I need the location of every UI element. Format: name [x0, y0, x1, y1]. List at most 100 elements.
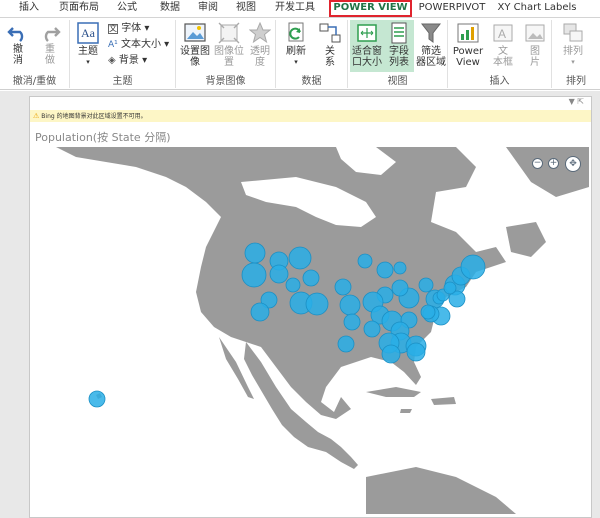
- tab-developer[interactable]: 开发工具: [272, 1, 318, 17]
- tab-powerpivot[interactable]: POWERPIVOT: [418, 1, 486, 17]
- population-bubble[interactable]: [302, 269, 320, 287]
- warning-icon: ⚠: [33, 112, 40, 120]
- group-label-view: 视图: [387, 76, 408, 87]
- relationships-label: 关 系: [325, 46, 335, 68]
- picture-icon: [525, 24, 545, 42]
- redo-label: 重 做: [45, 44, 55, 66]
- group-background-image: 设置图 像 图像位 置 透明 度 背景图像: [176, 20, 276, 88]
- population-bubble[interactable]: [241, 262, 267, 288]
- group-label-data: 数据: [301, 76, 322, 87]
- map-visualization[interactable]: [36, 147, 589, 514]
- tab-xy-chart-labels[interactable]: XY Chart Labels: [497, 1, 577, 17]
- population-bubble[interactable]: [88, 390, 106, 408]
- group-label-arrange: 排列: [566, 76, 586, 87]
- population-bubble[interactable]: [363, 320, 381, 338]
- zoom-in-icon[interactable]: +: [548, 158, 559, 169]
- arrange-label: 排列: [563, 46, 583, 57]
- power-view-button[interactable]: Power View: [450, 22, 486, 68]
- tab-insert[interactable]: 插入: [14, 1, 44, 17]
- text-size-button[interactable]: A¹ 文本大小 ▾: [108, 39, 169, 51]
- undo-button[interactable]: 撤 消: [6, 22, 30, 66]
- set-image-button[interactable]: 设置图 像: [178, 22, 212, 68]
- population-bubble[interactable]: [443, 281, 457, 295]
- ribbon: 撤 消 重 做 撤消/重做 Aa 主题 ▾ 文 字体 ▾ A¹ 文本大小 ▾ ◈…: [0, 18, 600, 90]
- tab-power-view[interactable]: POWER VIEW: [329, 0, 412, 17]
- warning-bar: ⚠ Bing 的地图背景对此区域设置不可用。: [30, 110, 591, 122]
- font-label: 字体: [121, 23, 142, 34]
- maximize-icon[interactable]: ⇱: [577, 97, 584, 106]
- population-bubble[interactable]: [343, 313, 361, 331]
- group-label-background-image: 背景图像: [205, 76, 246, 87]
- population-bubble[interactable]: [244, 242, 266, 264]
- tab-page-layout[interactable]: 页面布局: [56, 1, 102, 17]
- theme-button[interactable]: Aa 主题 ▾: [74, 22, 102, 68]
- zoom-out-icon[interactable]: −: [532, 158, 543, 169]
- group-label-theme: 主题: [112, 76, 133, 87]
- population-bubble[interactable]: [393, 261, 407, 275]
- group-theme: Aa 主题 ▾ 文 字体 ▾ A¹ 文本大小 ▾ ◈ 背景 ▾ 主题: [70, 20, 176, 88]
- textbox-button[interactable]: A 文 本框: [488, 22, 518, 68]
- image-position-label: 图像位 置: [214, 46, 244, 68]
- group-view: 适合窗 口大小 字段 列表 筛选 器区域 视图: [348, 20, 448, 88]
- arrange-button[interactable]: 排列 ▾: [558, 22, 588, 68]
- tab-review[interactable]: 审阅: [193, 1, 223, 17]
- relationships-button[interactable]: 关 系: [316, 22, 344, 68]
- fit-window-icon: [357, 24, 377, 42]
- sheet-toolbar: ▼ ⇱: [569, 97, 584, 106]
- undo-label: 撤 消: [13, 44, 23, 66]
- group-data: 刷新 ▾ 关 系 数据: [276, 20, 348, 88]
- text-size-icon: A¹: [108, 40, 118, 50]
- population-bubble[interactable]: [406, 342, 426, 362]
- tab-view[interactable]: 视图: [231, 1, 261, 17]
- visualization-title: Population(按 State 分隔): [35, 131, 171, 144]
- svg-text:Aa: Aa: [81, 26, 96, 40]
- population-bubble[interactable]: [418, 277, 434, 293]
- font-icon: 文: [108, 24, 118, 34]
- set-image-label: 设置图 像: [180, 46, 210, 68]
- population-bubble[interactable]: [460, 254, 486, 280]
- fit-to-window-button[interactable]: 适合窗 口大小: [350, 20, 384, 72]
- text-size-label: 文本大小: [120, 39, 161, 50]
- image-position-button[interactable]: 图像位 置: [212, 22, 246, 68]
- filter-area-button[interactable]: 筛选 器区域: [416, 22, 446, 68]
- population-bubble[interactable]: [269, 264, 289, 284]
- population-bubble[interactable]: [420, 304, 436, 320]
- tab-data[interactable]: 数据: [155, 1, 185, 17]
- population-bubble[interactable]: [337, 335, 355, 353]
- filter-icon[interactable]: ▼: [569, 97, 575, 106]
- population-bubble[interactable]: [391, 279, 409, 297]
- group-label-insert: 插入: [489, 76, 510, 87]
- population-bubble[interactable]: [339, 294, 361, 316]
- population-bubble[interactable]: [376, 261, 394, 279]
- background-label: 背景: [118, 55, 139, 66]
- population-bubble[interactable]: [250, 302, 270, 322]
- population-bubble[interactable]: [305, 292, 329, 316]
- group-undo-redo: 撤 消 重 做 撤消/重做: [0, 20, 70, 88]
- paint-bucket-icon: ◈: [108, 55, 116, 66]
- filter-area-label: 筛选 器区域: [416, 46, 446, 68]
- background-button[interactable]: ◈ 背景 ▾: [108, 55, 147, 67]
- textbox-label: 文 本框: [493, 46, 513, 68]
- redo-button[interactable]: 重 做: [38, 22, 62, 66]
- picture-button[interactable]: 图 片: [520, 22, 550, 68]
- tab-formulas[interactable]: 公式: [112, 1, 142, 17]
- svg-text:A: A: [498, 27, 506, 41]
- pan-control-icon[interactable]: ✥: [565, 156, 581, 172]
- group-insert: Power View A 文 本框 图 片 插入: [448, 20, 552, 88]
- field-list-button[interactable]: 字段 列表: [384, 20, 414, 72]
- arrange-icon: [563, 23, 583, 42]
- jamaica: [400, 409, 412, 413]
- transparency-button[interactable]: 透明 度: [246, 22, 274, 68]
- font-button[interactable]: 文 字体 ▾: [108, 23, 149, 35]
- refresh-icon: [288, 22, 304, 42]
- population-bubble[interactable]: [381, 344, 401, 364]
- population-bubble[interactable]: [334, 278, 352, 296]
- population-bubble[interactable]: [357, 253, 373, 269]
- image-position-icon: [218, 22, 240, 44]
- transparency-label: 透明 度: [250, 46, 270, 68]
- population-bubble[interactable]: [288, 246, 312, 270]
- population-bubble[interactable]: [285, 277, 301, 293]
- refresh-button[interactable]: 刷新 ▾: [282, 22, 310, 68]
- field-list-label: 字段 列表: [389, 46, 409, 68]
- field-list-icon: [391, 22, 407, 44]
